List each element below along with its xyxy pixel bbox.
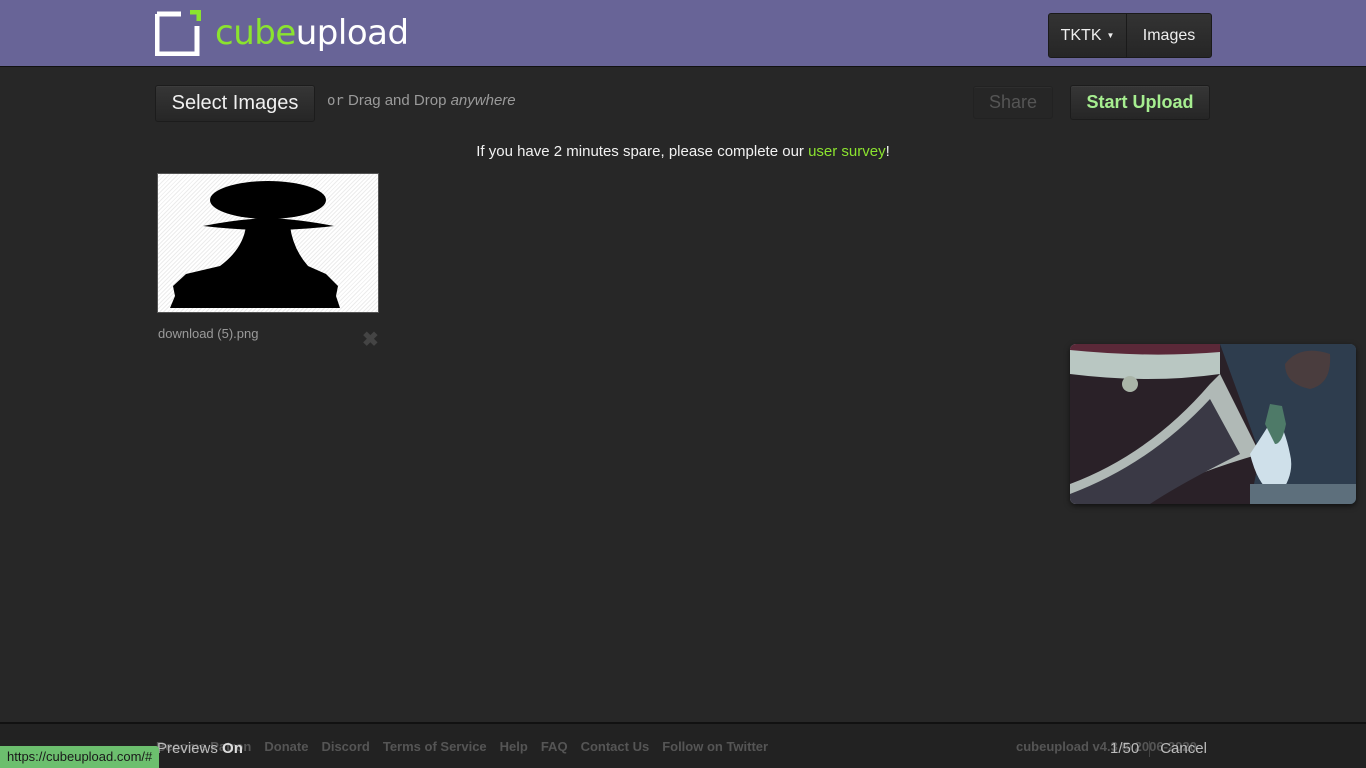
survey-text: If you have 2 minutes spare, please comp… [476, 143, 809, 160]
previews-toggle[interactable]: Previews On [157, 740, 243, 757]
image-preview-popup [1070, 344, 1356, 504]
footer-link-terms[interactable]: Terms of Service [383, 739, 487, 754]
footer-link-donate[interactable]: Donate [264, 739, 308, 754]
share-button[interactable]: Share [973, 86, 1053, 119]
remove-file-icon[interactable]: ✖ [362, 327, 379, 352]
drag-drop-hint: or Drag and Drop anywhere [327, 92, 516, 109]
user-name: TKTK [1060, 26, 1102, 44]
survey-suffix: ! [885, 143, 890, 160]
logo-text: cubeupload [215, 13, 409, 53]
footer-link-help[interactable]: Help [500, 739, 528, 754]
footer: Become Patron Donate Discord Terms of Se… [0, 722, 1366, 768]
survey-notice: If you have 2 minutes spare, please comp… [0, 143, 1366, 160]
logo[interactable]: cubeupload [155, 10, 409, 56]
footer-link-contact[interactable]: Contact Us [581, 739, 650, 754]
footer-link-faq[interactable]: FAQ [541, 739, 568, 754]
pawn-silhouette-icon [170, 181, 340, 308]
previews-state: On [222, 740, 243, 757]
preview-image [1070, 344, 1356, 504]
file-name: download (5).png [158, 326, 259, 341]
browser-status-url: https://cubeupload.com/# [0, 746, 160, 768]
upload-counter: 1/50 Cancel [1110, 740, 1207, 757]
file-thumbnail[interactable] [157, 173, 379, 313]
select-images-button[interactable]: Select Images [155, 85, 315, 122]
images-nav-button[interactable]: Images [1127, 14, 1211, 57]
divider [1149, 740, 1151, 757]
or-label: or [327, 93, 344, 109]
header: cubeupload TKTK ▼ Images [0, 0, 1366, 67]
footer-links: Become Patron Donate Discord Terms of Se… [156, 739, 768, 754]
user-menu-button[interactable]: TKTK ▼ [1049, 14, 1127, 57]
footer-link-discord[interactable]: Discord [321, 739, 369, 754]
file-count: 1/50 [1110, 740, 1140, 757]
nav-group: TKTK ▼ Images [1048, 13, 1212, 58]
user-survey-link[interactable]: user survey [808, 143, 886, 160]
footer-link-twitter[interactable]: Follow on Twitter [662, 739, 768, 754]
cancel-button[interactable]: Cancel [1160, 740, 1207, 757]
start-upload-button[interactable]: Start Upload [1070, 85, 1210, 120]
cube-logo-icon [155, 10, 201, 56]
previews-label: Previews [157, 740, 218, 757]
dnd-label: Drag and Drop [348, 92, 447, 109]
caret-down-icon: ▼ [1106, 31, 1115, 40]
dnd-emphasis: anywhere [450, 92, 516, 109]
